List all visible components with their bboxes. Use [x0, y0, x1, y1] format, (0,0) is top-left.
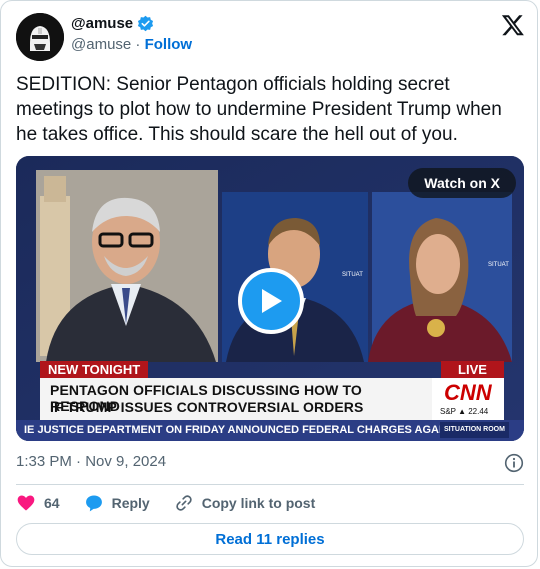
watch-on-x-button[interactable]: Watch on X — [408, 168, 516, 198]
svg-text:SITUAT: SITUAT — [488, 262, 509, 268]
x-logo-icon[interactable] — [501, 13, 525, 37]
video-player[interactable]: SITUAT SITUAT Watch on X NEW TONIGHT LIV… — [16, 156, 524, 441]
follow-link[interactable]: Follow — [145, 36, 193, 53]
link-icon — [176, 495, 192, 511]
reply-button[interactable]: Reply — [84, 493, 150, 513]
handle-separator: · — [135, 36, 141, 53]
heart-icon — [17, 495, 35, 511]
like-button[interactable]: 64 — [16, 493, 60, 513]
ticker-text: IE JUSTICE DEPARTMENT ON FRIDAY ANNOUNCE… — [24, 424, 498, 436]
play-icon — [262, 289, 282, 313]
reply-bubble-icon — [85, 495, 102, 512]
author-name-row: @amuse — [71, 15, 154, 32]
tweet-embed-card: @amuse @amuse · Follow SEDITION: Senior … — [0, 0, 538, 567]
svg-text:SITUAT: SITUAT — [342, 272, 363, 278]
tweet-text: SEDITION: Senior Pentagon officials hold… — [16, 74, 502, 145]
reply-label: Reply — [111, 495, 150, 511]
copy-link-button[interactable]: Copy link to post — [174, 493, 316, 513]
network-bug: CNN S&P ▲ 22.44 — [432, 378, 504, 420]
like-count: 64 — [44, 495, 60, 511]
post-timestamp[interactable]: 1:33 PM · Nov 9, 2024 — [16, 453, 166, 470]
show-name-badge: SITUATION ROOM — [440, 422, 509, 438]
author-handle-row: @amuse · Follow — [71, 36, 192, 53]
market-ticker: S&P ▲ 22.44 — [440, 407, 489, 416]
live-badge: LIVE — [441, 361, 504, 378]
author-display-name[interactable]: @amuse — [71, 15, 133, 32]
chyron-tag: NEW TONIGHT — [40, 361, 149, 378]
author-handle[interactable]: @amuse — [71, 36, 131, 53]
chyron-headline: PENTAGON OFFICIALS DISCUSSING HOW TO RES… — [40, 378, 432, 420]
chyron-headline-line2: IF TRUMP ISSUES CONTROVERSIAL ORDERS — [50, 399, 364, 415]
verified-badge-icon — [138, 15, 154, 32]
copy-link-label: Copy link to post — [201, 495, 316, 511]
info-icon[interactable] — [504, 453, 524, 473]
cnn-logo: CNN — [444, 380, 492, 405]
play-button[interactable] — [238, 268, 304, 334]
divider — [16, 484, 524, 485]
read-replies-button[interactable]: Read 11 replies — [16, 523, 524, 555]
action-bar: 64 Reply Copy link to post — [16, 493, 339, 513]
avatar[interactable] — [16, 13, 64, 61]
